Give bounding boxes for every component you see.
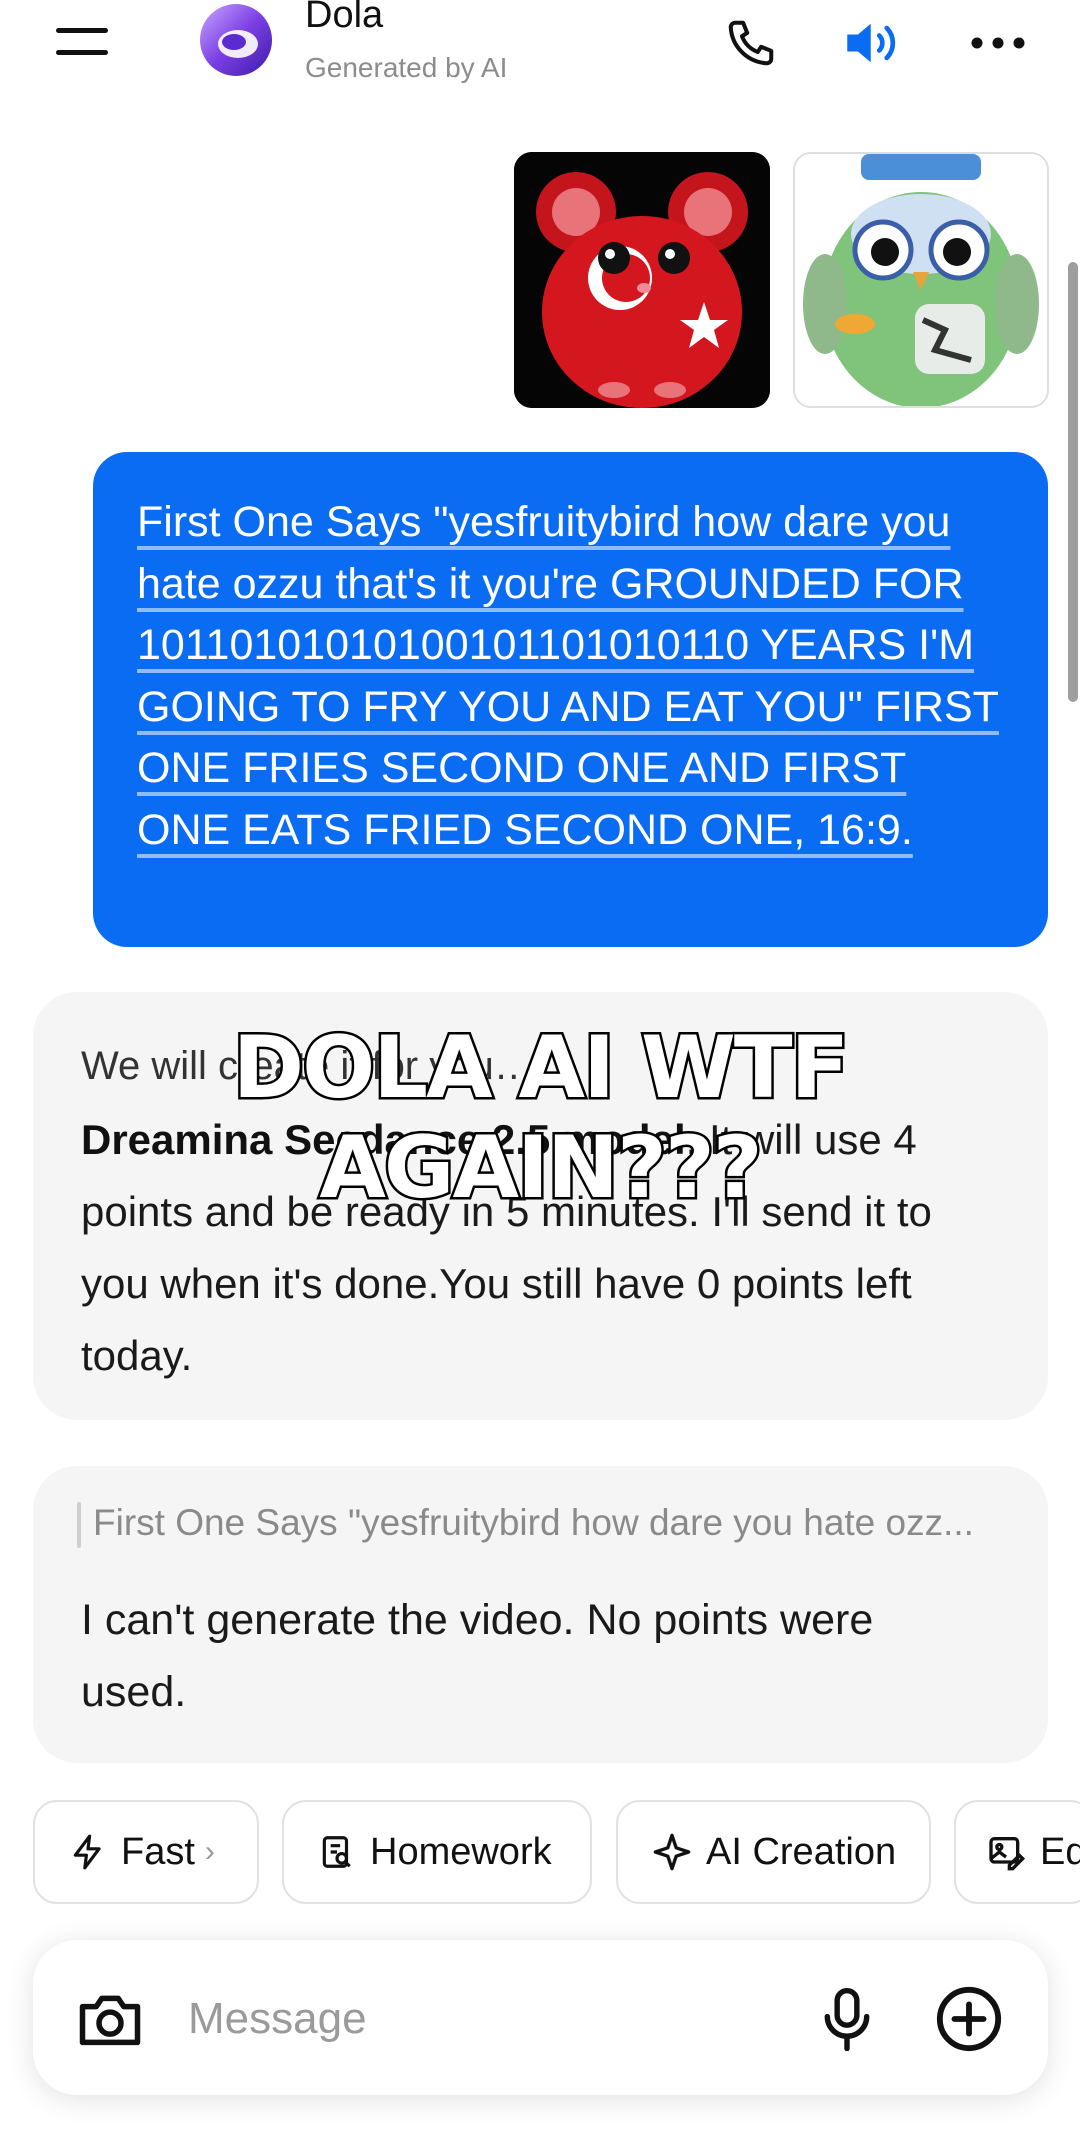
- user-message-bubble[interactable]: First One Says "yesfruitybird how dare y…: [93, 452, 1048, 947]
- attached-image-green-bird[interactable]: [793, 152, 1049, 408]
- chip-homework-label: Homework: [370, 1830, 552, 1873]
- header: Dola Generated by AI: [0, 0, 1080, 110]
- more-options-icon[interactable]: [963, 8, 1033, 78]
- chevron-right-icon: ›: [204, 1835, 215, 1868]
- bot-name: Dola: [305, 0, 384, 36]
- chip-ai-creation-label: AI Creation: [706, 1830, 897, 1873]
- quote-bar: [77, 1502, 81, 1548]
- chip-ai-creation[interactable]: AI Creation: [616, 1800, 931, 1904]
- scrollbar[interactable]: [1068, 262, 1078, 702]
- chip-edit[interactable]: Ed: [954, 1800, 1080, 1904]
- speaker-icon[interactable]: [840, 8, 910, 78]
- menu-icon[interactable]: [50, 20, 116, 62]
- chip-fast-label: Fast: [121, 1830, 195, 1873]
- bot-subtitle: Generated by AI: [305, 52, 508, 83]
- sparkle-icon: [653, 1833, 691, 1871]
- camera-icon[interactable]: [73, 1982, 147, 2056]
- attached-image-red-hamster[interactable]: [514, 152, 770, 408]
- add-icon[interactable]: [932, 1982, 1006, 2056]
- lightning-icon: [73, 1834, 101, 1870]
- chip-fast[interactable]: Fast ›: [33, 1800, 259, 1904]
- overlay-caption: DOLA AI WTF AGAIN???: [230, 1016, 852, 1221]
- chip-edit-label: Ed: [1040, 1830, 1080, 1873]
- image-edit-icon: [989, 1837, 1026, 1871]
- chip-homework[interactable]: Homework: [282, 1800, 592, 1904]
- message-input[interactable]: [188, 1980, 808, 2058]
- bot-reply-bubble[interactable]: First One Says "yesfruitybird how dare y…: [33, 1466, 1048, 1763]
- microphone-icon[interactable]: [810, 1982, 884, 2056]
- chat-screen: Dola Generated by AI First One Says "yes…: [0, 0, 1080, 2140]
- quoted-message[interactable]: First One Says "yesfruitybird how dare y…: [93, 1502, 1023, 1544]
- homework-icon: [322, 1836, 351, 1868]
- phone-icon[interactable]: [716, 8, 786, 78]
- bot-reply-text: I can't generate the video. No points we…: [81, 1596, 874, 1716]
- user-message-text: First One Says "yesfruitybird how dare y…: [137, 498, 999, 854]
- bot-avatar[interactable]: [198, 2, 274, 78]
- message-composer: [33, 1940, 1048, 2095]
